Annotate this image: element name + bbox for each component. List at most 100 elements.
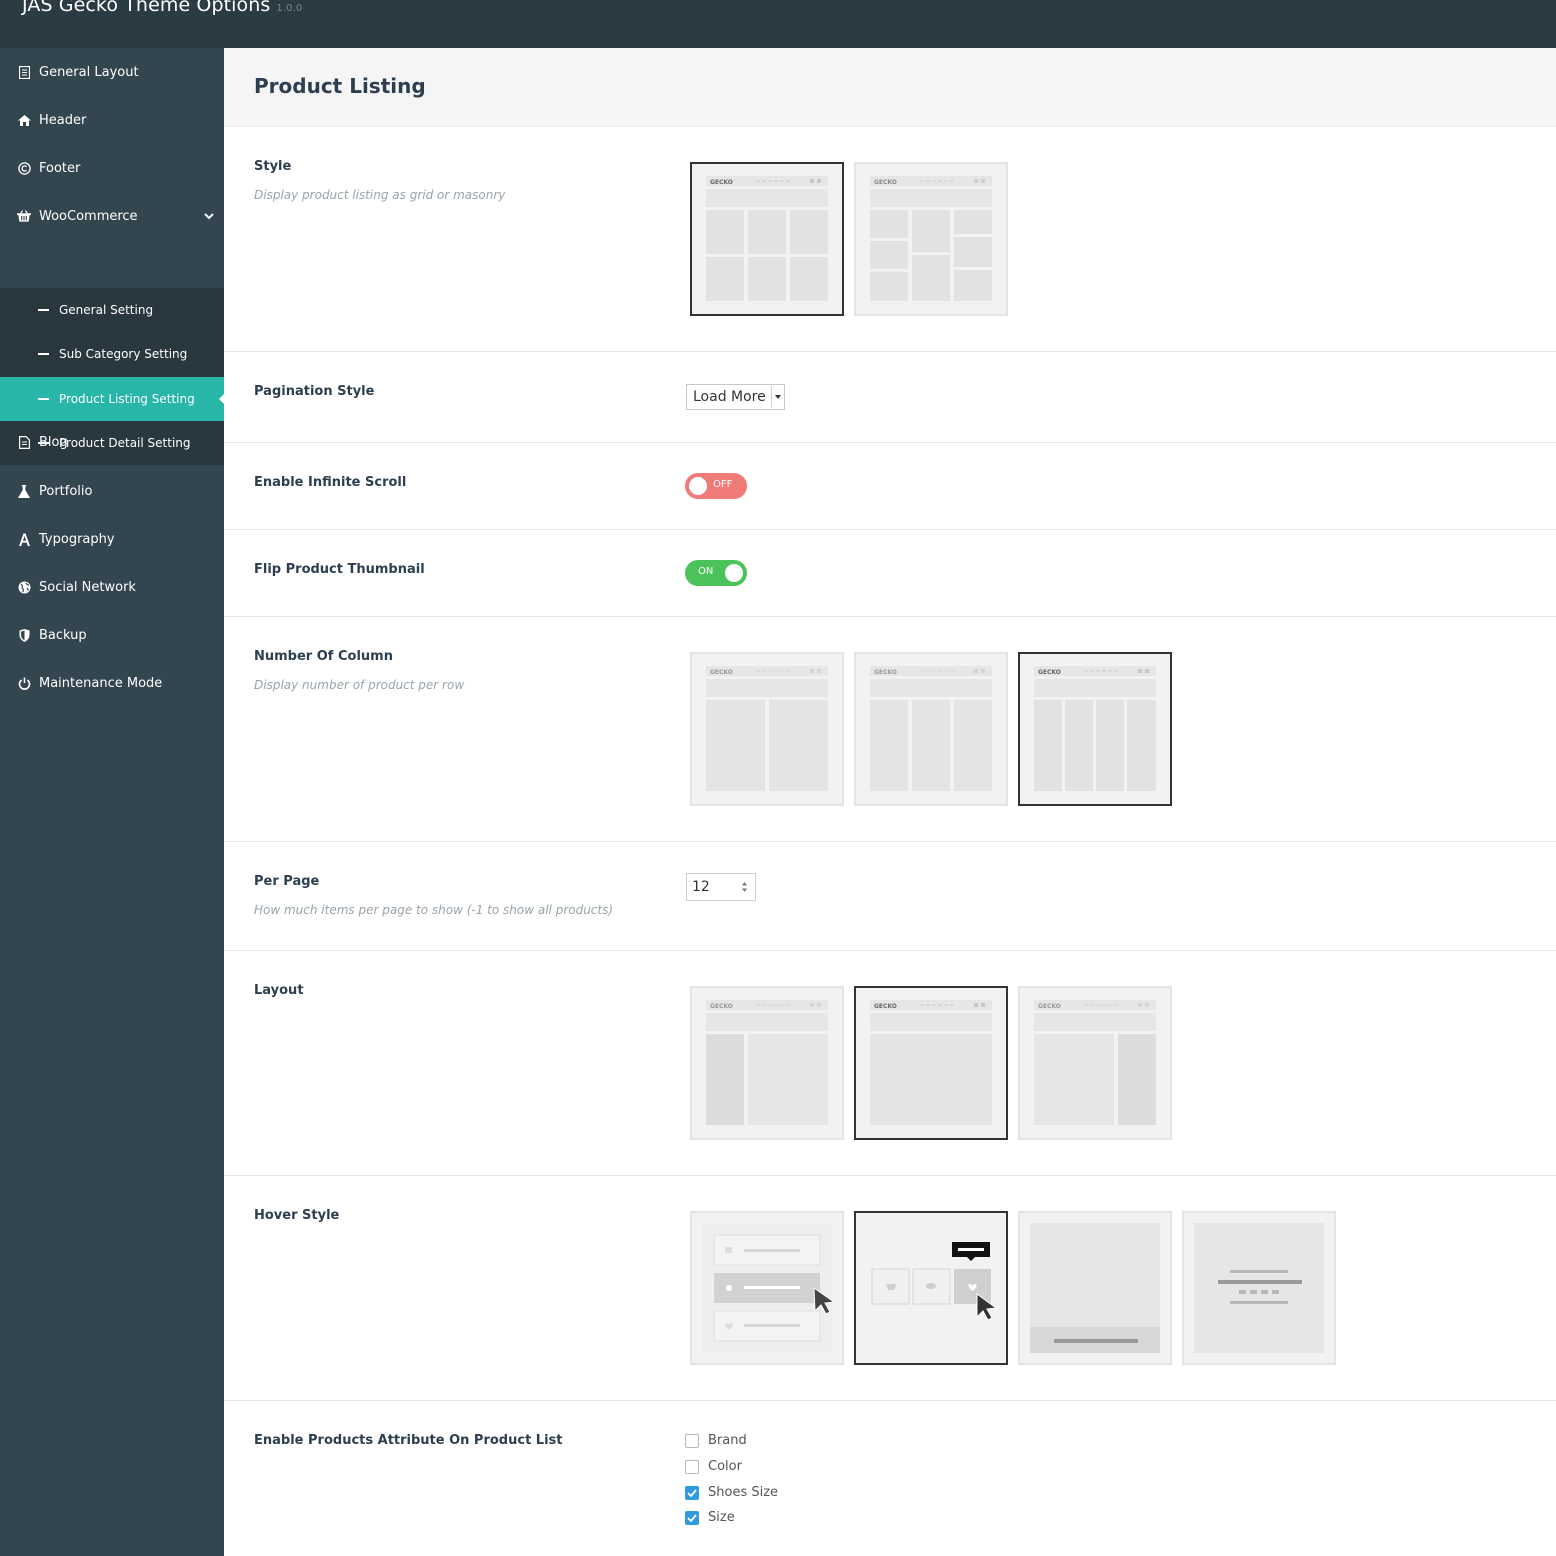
main-content: Product Listing Style Display product li… xyxy=(224,48,1556,1556)
dash-icon xyxy=(38,398,49,400)
checkbox[interactable] xyxy=(685,1459,699,1474)
hover-option-list-buttons[interactable] xyxy=(690,1211,844,1365)
sidebar-item-typography[interactable]: Typography xyxy=(0,515,224,563)
sidebar-item-footer[interactable]: Footer xyxy=(0,144,224,192)
hover-option-icon-buttons[interactable] xyxy=(854,1211,1008,1365)
sidebar-subitem-general-setting[interactable]: General Setting xyxy=(0,288,224,332)
thumbnail-logo: GECKO xyxy=(874,669,897,676)
sidebar: General Layout Header Footer WooCommerce… xyxy=(0,48,224,1556)
sidebar-subitem-product-listing-setting[interactable]: Product Listing Setting xyxy=(0,377,224,421)
document-icon xyxy=(17,65,31,79)
checkmark-icon xyxy=(687,1513,697,1522)
toggle-knob xyxy=(725,564,743,582)
checkbox-label: Brand xyxy=(708,1433,747,1448)
basket-icon xyxy=(17,209,31,223)
top-bar: JAS Gecko Theme Options 1.0.0 xyxy=(0,0,1556,48)
page-title: Product Listing xyxy=(254,74,426,98)
thumbnail-logo: GECKO xyxy=(1038,1003,1061,1010)
attribute-checkbox-brand[interactable]: Brand xyxy=(685,1433,747,1448)
sidebar-item-woocommerce[interactable]: WooCommerce xyxy=(0,192,224,240)
sidebar-item-social-network[interactable]: Social Network xyxy=(0,563,224,611)
thumbnail-logo: GECKO xyxy=(874,1003,897,1010)
setting-label: Hover Style xyxy=(254,1208,340,1223)
power-icon xyxy=(17,676,31,690)
toggle-state-label: ON xyxy=(698,566,714,577)
setting-row-infinite-scroll: Enable Infinite Scroll OFF xyxy=(224,443,1556,530)
thumbnail-logo: GECKO xyxy=(710,669,733,676)
style-option-masonry[interactable]: GECKO xyxy=(854,162,1008,316)
sidebar-item-portfolio[interactable]: Portfolio xyxy=(0,467,224,515)
setting-row-hover-style: Hover Style xyxy=(224,1176,1556,1401)
pagination-style-value: Load More xyxy=(693,389,766,405)
columns-option-4[interactable]: GECKO xyxy=(1018,652,1172,806)
layout-option-left-sidebar[interactable]: GECKO xyxy=(690,986,844,1140)
attributes-container: Enable Products Attribute On Product Lis… xyxy=(224,1401,1556,1556)
sidebar-subitem-label: General Setting xyxy=(59,303,154,317)
stepper-arrows-icon[interactable] xyxy=(741,881,748,893)
checkbox[interactable] xyxy=(685,1485,699,1500)
copyright-icon xyxy=(17,161,31,175)
attribute-checkbox-size[interactable]: Size xyxy=(685,1510,735,1525)
setting-row-per-page: Per Page How much items per page to show… xyxy=(224,842,1556,951)
setting-row-layout: Layout GECKO GECKO GECKO xyxy=(224,951,1556,1176)
shield-icon xyxy=(17,628,31,642)
sidebar-subitem-label: Sub Category Setting xyxy=(59,347,188,361)
columns-option-2[interactable]: GECKO xyxy=(690,652,844,806)
checkbox-label: Color xyxy=(708,1459,742,1474)
flask-icon xyxy=(17,484,31,498)
style-option-grid[interactable]: GECKO xyxy=(690,162,844,316)
attribute-checkbox-shoes-size[interactable]: Shoes Size xyxy=(685,1485,778,1500)
sidebar-item-label: Backup xyxy=(39,627,87,643)
hover-option-centered-text[interactable] xyxy=(1182,1211,1336,1365)
setting-label: Number Of Column xyxy=(254,649,393,664)
setting-row-pagination: Pagination Style Load More xyxy=(224,352,1556,443)
flip-thumbnail-toggle[interactable]: ON xyxy=(685,560,747,586)
sidebar-item-label: Typography xyxy=(39,531,115,547)
sidebar-item-maintenance-mode[interactable]: Maintenance Mode xyxy=(0,659,224,707)
thumbnail-logo: GECKO xyxy=(710,179,733,186)
per-page-input[interactable]: 12 xyxy=(686,873,756,901)
sidebar-subitem-sub-category-setting[interactable]: Sub Category Setting xyxy=(0,332,224,376)
sidebar-subitem-label: Product Listing Setting xyxy=(59,392,195,406)
columns-option-3[interactable]: GECKO xyxy=(854,652,1008,806)
page-header: Product Listing xyxy=(224,48,1556,127)
toggle-knob xyxy=(689,477,707,495)
home-icon xyxy=(17,113,31,127)
hover-option-bottom-bar[interactable] xyxy=(1018,1211,1172,1365)
setting-label: Pagination Style xyxy=(254,384,375,399)
setting-label: Per Page xyxy=(254,874,320,889)
setting-label: Enable Infinite Scroll xyxy=(254,475,407,490)
setting-row-attributes: Enable Products Attribute On Product Lis… xyxy=(224,1401,1556,1556)
setting-description: How much items per page to show (-1 to s… xyxy=(254,903,614,917)
checkbox[interactable] xyxy=(685,1433,699,1448)
caret-down-icon xyxy=(771,386,783,408)
layout-option-right-sidebar[interactable]: GECKO xyxy=(1018,986,1172,1140)
file-icon xyxy=(17,435,31,449)
checkbox[interactable] xyxy=(685,1510,699,1525)
sidebar-item-backup[interactable]: Backup xyxy=(0,611,224,659)
chevron-down-icon xyxy=(204,209,214,224)
sidebar-item-label: Blog xyxy=(39,434,68,450)
setting-description: Display product listing as grid or mason… xyxy=(254,188,506,202)
app-title: JAS Gecko Theme Options 1.0.0 xyxy=(22,0,302,16)
sidebar-item-header[interactable]: Header xyxy=(0,96,224,144)
setting-description: Display number of product per row xyxy=(254,678,465,692)
setting-row-style: Style Display product listing as grid or… xyxy=(224,127,1556,352)
pagination-style-select[interactable]: Load More xyxy=(686,384,785,410)
setting-label: Style xyxy=(254,159,292,174)
app-version: 1.0.0 xyxy=(276,3,303,14)
dash-icon xyxy=(38,309,49,311)
checkbox-label: Shoes Size xyxy=(708,1485,779,1500)
attribute-checkbox-color[interactable]: Color xyxy=(685,1459,742,1474)
sidebar-item-label: Maintenance Mode xyxy=(39,675,163,691)
layout-option-no-sidebar[interactable]: GECKO xyxy=(854,986,1008,1140)
dash-icon xyxy=(38,353,49,355)
sidebar-item-general-layout[interactable]: General Layout xyxy=(0,48,224,96)
globe-icon xyxy=(17,580,31,594)
infinite-scroll-toggle[interactable]: OFF xyxy=(685,473,747,499)
sidebar-item-blog[interactable]: Blog xyxy=(0,418,224,466)
thumbnail-logo: GECKO xyxy=(1038,669,1061,676)
checkmark-icon xyxy=(687,1488,697,1497)
toggle-state-label: OFF xyxy=(713,479,733,490)
setting-row-columns: Number Of Column Display number of produ… xyxy=(224,617,1556,842)
